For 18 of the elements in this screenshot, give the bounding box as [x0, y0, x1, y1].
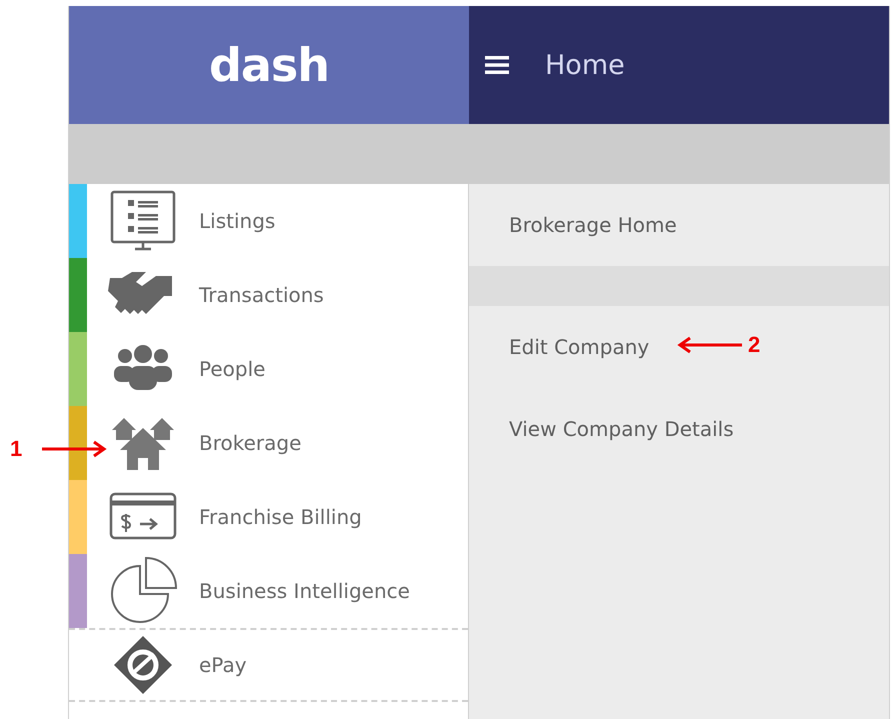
pie-chart-icon	[108, 556, 178, 626]
sidebar-item[interactable]: Listings	[69, 184, 468, 258]
sidebar-item[interactable]: Franchise Billing	[69, 480, 468, 554]
sidebar-item[interactable]: Business Intelligence	[69, 554, 468, 628]
left-arrow-icon	[676, 335, 742, 355]
sidebar-item[interactable]: Transactions	[69, 258, 468, 332]
page-title: Home	[545, 50, 625, 80]
submenu-link[interactable]: Brokerage Home	[509, 213, 677, 237]
menu-icon[interactable]	[485, 55, 509, 75]
dash-logo: dash	[208, 38, 330, 92]
annotation-number: 1	[10, 436, 22, 462]
right-arrow-icon	[42, 439, 108, 459]
submenu-link[interactable]: View Company Details	[509, 417, 734, 441]
sidebar-item[interactable]: Brokerage	[69, 406, 468, 480]
list-monitor-icon	[108, 190, 178, 252]
sidebar-item[interactable]: People	[69, 332, 468, 406]
annotation-number: 2	[748, 332, 760, 358]
submenu-link[interactable]: Edit Company	[509, 335, 650, 359]
